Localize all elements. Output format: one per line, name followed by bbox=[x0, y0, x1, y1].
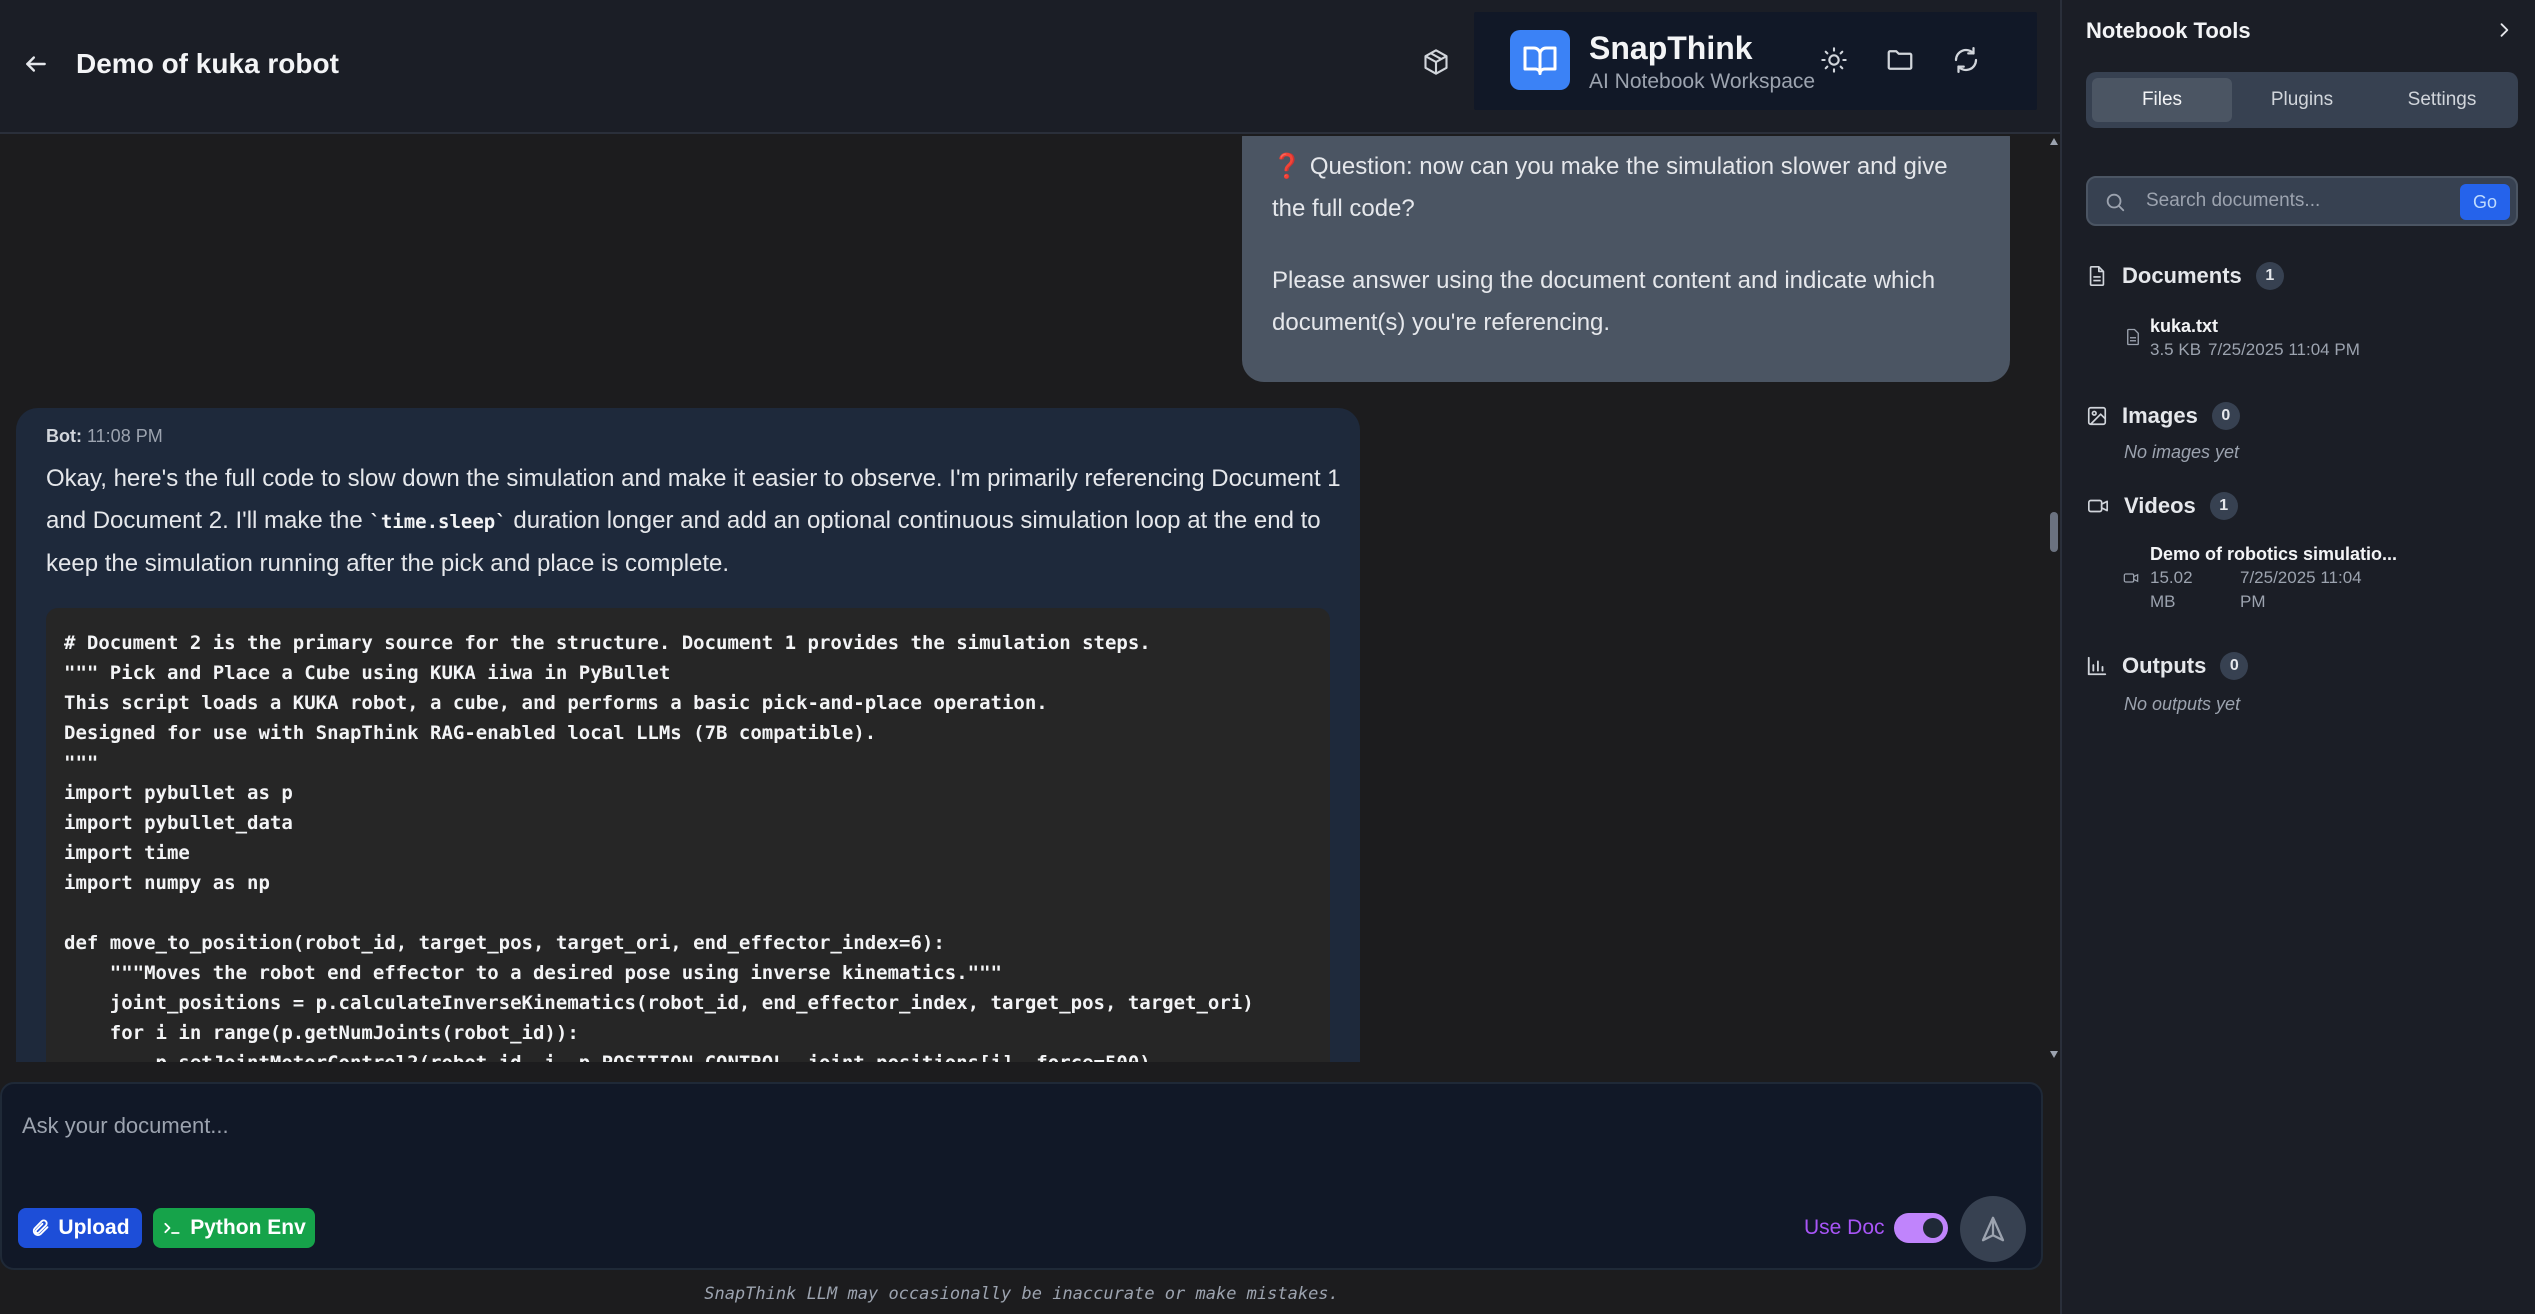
document-date: 7/25/2025 11:04 PM bbox=[2208, 340, 2360, 359]
user-message: ❓ Question: now can you make the simulati… bbox=[1242, 136, 2010, 382]
brand-subtitle: AI Notebook Workspace bbox=[1589, 70, 1816, 93]
document-name: kuka.txt bbox=[2150, 316, 2219, 336]
document-search: Go bbox=[2086, 176, 2518, 226]
python-env-button[interactable]: Python Env bbox=[153, 1208, 315, 1248]
search-go-button[interactable]: Go bbox=[2460, 184, 2510, 220]
bot-time: 11:08 PM bbox=[87, 426, 163, 446]
code-block: # Document 2 is the primary source for t… bbox=[46, 608, 1330, 1062]
video-icon bbox=[2088, 499, 2108, 513]
disclaimer: SnapThink LLM may occasionally be inaccu… bbox=[704, 1284, 1339, 1304]
chat-scrollbar[interactable] bbox=[2048, 136, 2060, 1062]
back-button[interactable] bbox=[16, 44, 56, 84]
arrow-left-icon bbox=[26, 56, 46, 72]
book-open-icon bbox=[1523, 46, 1557, 75]
question-mark-icon: ❓ bbox=[1272, 153, 1302, 180]
video-file-icon bbox=[2123, 573, 2139, 583]
app-root: Demo of kuka robot SnapThink AI Notebook… bbox=[0, 0, 2535, 1314]
file-text-icon bbox=[2089, 266, 2105, 286]
inline-code: `time.sleep` bbox=[369, 511, 507, 533]
sidebar-title: Notebook Tools bbox=[2086, 18, 2251, 43]
bot-text: Okay, here's the full code to slow down … bbox=[46, 458, 1346, 585]
scrollbar-thumb[interactable] bbox=[2050, 512, 2058, 552]
scroll-up-arrow-icon[interactable] bbox=[2050, 138, 2058, 145]
outputs-empty: No outputs yet bbox=[2124, 694, 2241, 714]
paperclip-icon bbox=[33, 1219, 49, 1236]
bar-chart-icon bbox=[2087, 656, 2107, 676]
open-folder-button[interactable] bbox=[1882, 42, 1918, 78]
document-item[interactable]: kuka.txt 3.5 KB 7/25/2025 11:04 PM bbox=[2124, 316, 2504, 364]
user-question-text: Question: now can you make the simulatio… bbox=[1272, 153, 1948, 222]
send-button[interactable] bbox=[1960, 1196, 2026, 1262]
bot-message: Bot: 11:08 PM Okay, here's the full code… bbox=[16, 408, 1360, 1062]
top-bar: Demo of kuka robot SnapThink AI Notebook… bbox=[0, 0, 2060, 134]
video-date-time: PM bbox=[2240, 592, 2266, 611]
video-name: Demo of robotics simulatio... bbox=[2150, 544, 2398, 564]
use-doc-toggle[interactable] bbox=[1894, 1213, 1948, 1243]
tab-plugins[interactable]: Plugins bbox=[2232, 78, 2372, 122]
images-label: Images bbox=[2122, 403, 2198, 428]
upload-button[interactable]: Upload bbox=[18, 1208, 142, 1248]
collapse-sidebar-button[interactable] bbox=[2490, 16, 2518, 44]
refresh-button[interactable] bbox=[1948, 42, 1984, 78]
send-icon bbox=[1981, 1216, 2005, 1242]
composer: Upload Python Env Use Doc bbox=[0, 1082, 2043, 1270]
videos-section-header[interactable]: Videos 1 bbox=[2086, 492, 2238, 520]
sidebar-tabs: Files Plugins Settings bbox=[2086, 72, 2518, 128]
user-question: ❓ Question: now can you make the simulati… bbox=[1272, 146, 1980, 230]
search-input[interactable] bbox=[2146, 186, 2446, 216]
images-empty: No images yet bbox=[2124, 442, 2240, 462]
main-panel: Demo of kuka robot SnapThink AI Notebook… bbox=[0, 0, 2060, 1314]
cube-icon bbox=[1424, 49, 1448, 75]
brand-name: SnapThink bbox=[1589, 30, 1753, 66]
refresh-icon bbox=[1954, 47, 1978, 73]
file-icon bbox=[2127, 328, 2139, 346]
images-count: 0 bbox=[2211, 402, 2240, 430]
search-icon bbox=[2106, 193, 2125, 212]
video-item[interactable]: Demo of robotics simulatio... 15.02 MB 7… bbox=[2123, 544, 2504, 616]
sun-icon bbox=[1821, 47, 1847, 73]
scroll-down-arrow-icon[interactable] bbox=[2050, 1051, 2058, 1058]
video-size: 15.02 bbox=[2150, 568, 2193, 587]
code-content: # Document 2 is the primary source for t… bbox=[64, 632, 1254, 1062]
documents-section-header[interactable]: Documents 1 bbox=[2086, 262, 2284, 290]
theme-toggle-button[interactable] bbox=[1816, 42, 1852, 78]
chat-area: ❓ Question: now can you make the simulati… bbox=[0, 136, 2048, 1062]
ask-input[interactable] bbox=[22, 1106, 1922, 1146]
documents-count: 1 bbox=[2255, 262, 2284, 290]
brand-panel: SnapThink AI Notebook Workspace bbox=[1474, 12, 2037, 110]
folder-icon bbox=[1887, 50, 1913, 70]
toggle-knob bbox=[1923, 1218, 1943, 1238]
image-icon bbox=[2087, 406, 2107, 426]
outputs-section-header[interactable]: Outputs 0 bbox=[2086, 652, 2249, 680]
notebook-tools-sidebar: Notebook Tools Files Plugins Settings Go… bbox=[2060, 0, 2535, 1314]
document-size: 3.5 KB bbox=[2150, 340, 2202, 359]
use-doc-label: Use Doc bbox=[1804, 1216, 1885, 1239]
python-env-label: Python Env bbox=[190, 1216, 306, 1239]
chevron-right-icon bbox=[2500, 23, 2509, 37]
bot-meta: Bot: 11:08 PM bbox=[46, 426, 163, 447]
tab-settings[interactable]: Settings bbox=[2372, 78, 2512, 122]
video-date: 7/25/2025 11:04 bbox=[2240, 568, 2362, 587]
page-title: Demo of kuka robot bbox=[76, 48, 339, 79]
outputs-label: Outputs bbox=[2122, 653, 2207, 678]
tab-files[interactable]: Files bbox=[2092, 78, 2232, 122]
videos-label: Videos bbox=[2124, 493, 2196, 518]
user-instruction: Please answer using the document content… bbox=[1272, 267, 1936, 336]
videos-count: 1 bbox=[2209, 492, 2238, 520]
terminal-icon bbox=[164, 1222, 180, 1234]
bot-sender: Bot: bbox=[46, 426, 82, 446]
brand-logo bbox=[1510, 30, 1570, 90]
images-section-header[interactable]: Images 0 bbox=[2086, 402, 2240, 430]
cube-button[interactable] bbox=[1418, 44, 1454, 80]
outputs-count: 0 bbox=[2220, 652, 2249, 680]
documents-label: Documents bbox=[2122, 263, 2242, 288]
video-size-unit: MB bbox=[2150, 592, 2176, 611]
upload-label: Upload bbox=[58, 1216, 130, 1239]
